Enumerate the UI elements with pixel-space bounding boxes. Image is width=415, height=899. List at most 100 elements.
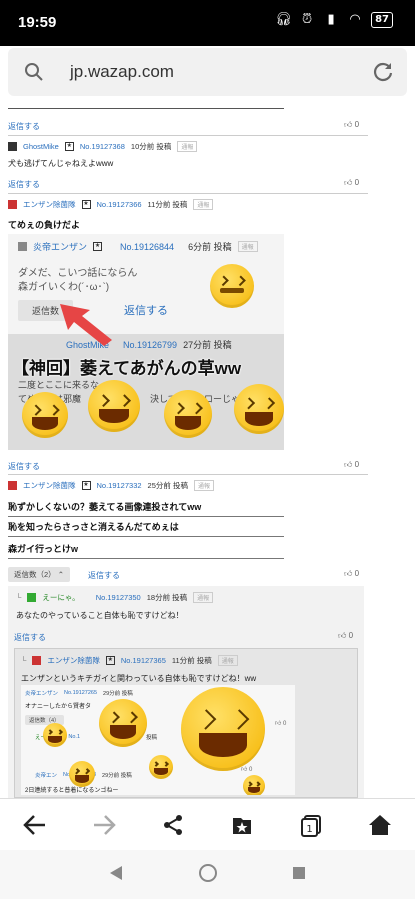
divider <box>8 135 368 136</box>
reply-link[interactable]: 返信する <box>8 121 40 132</box>
report-button[interactable]: 通報 <box>193 592 214 603</box>
thumbs-up-icon[interactable]: 👍︎ 0 <box>344 178 359 188</box>
alarm-icon: ⏰︎ <box>302 12 313 27</box>
signal-icon: ▮ <box>327 12 335 27</box>
user-name: 炎帝エン <box>35 773 58 779</box>
image-line: 2日連続すると普着になるンゴねー <box>25 788 119 794</box>
post-time: 27分前 投稿 <box>183 340 232 350</box>
post-number[interactable]: No.19127332 <box>97 481 142 490</box>
nav-back-icon[interactable] <box>108 864 124 882</box>
post-number: No.19126844 <box>120 241 175 252</box>
comment-line: 恥ずかしくないの？萎えてる画像連投されてww <box>8 500 284 517</box>
post-time: 29分前 投稿 <box>102 773 132 779</box>
thumbs-up-icon[interactable]: 👍︎ 0 <box>344 569 359 579</box>
thumbs-up-icon[interactable]: 👍︎ 0 <box>344 120 359 130</box>
post-time: 投稿 <box>146 735 158 741</box>
tabs-button[interactable]: 1 <box>295 809 327 841</box>
arrow-left-icon <box>22 814 45 835</box>
url-text[interactable]: jp.wazap.com <box>70 62 174 82</box>
image-comment-meta: GhostMike No.19126799 27分前 投稿 <box>18 338 232 351</box>
replies-toggle-label: 返信数（2） <box>14 570 56 579</box>
bookmark-star-icon <box>233 817 252 834</box>
avatar <box>8 142 17 151</box>
thumbs-up-icon[interactable]: 👍︎ 0 <box>338 631 353 641</box>
nav-home-icon[interactable] <box>198 863 218 883</box>
nav-recents-icon[interactable] <box>292 866 306 880</box>
image-comment-meta: 炎帝エンザン ★ No.19126844 6分前 投稿 通報 <box>18 240 258 253</box>
laughing-emoji-icon <box>234 384 284 434</box>
post-time: 11分前 投稿 <box>147 200 188 209</box>
thumbs-up-icon[interactable]: 👍︎ 0 <box>344 460 359 470</box>
thumbs-up-icon: 👍︎ 0 <box>241 767 253 773</box>
badge-icon: ★ <box>105 656 115 665</box>
posted-image[interactable]: 炎帝エンザン ★ No.19126844 6分前 投稿 通報 ダメだ、こいつ話に… <box>8 234 284 450</box>
report-button[interactable]: 通報 <box>217 655 238 666</box>
comment-line: 恥を知ったらさっさと消えるんだてめぇは <box>8 520 284 537</box>
comment-meta: GhostMike ★ No.19127368 10分前 投稿 通報 <box>8 141 198 152</box>
back-button[interactable] <box>19 809 51 841</box>
arrow-right-icon <box>93 814 116 835</box>
laughing-emoji-icon <box>243 775 265 795</box>
laughing-emoji-icon <box>69 761 95 787</box>
comment-meta: エンザン除菌隊 ★ No.19127366 11分前 投稿 通報 <box>8 199 214 210</box>
user-name[interactable]: GhostMike <box>23 142 59 151</box>
like-count: 0 <box>354 120 360 129</box>
divider <box>8 108 284 109</box>
badge-icon: ★ <box>81 200 91 209</box>
post-time: 29分前 投稿 <box>103 691 133 697</box>
like-count: 0 <box>354 178 360 187</box>
like-count: 0 <box>354 569 360 578</box>
user-name[interactable]: えーにゃ。 <box>42 592 79 603</box>
laughing-emoji-icon <box>88 380 140 432</box>
thumbs-up-icon: 👍︎ 0 <box>275 721 287 727</box>
nested-posted-image[interactable]: 炎帝エンザン No.19127265 29分前 投稿 オナニーしたから賢者タ 返… <box>21 685 295 795</box>
replies-toggle-button[interactable]: 返信数（2） ⌃ <box>8 567 71 582</box>
post-number[interactable]: No.19127368 <box>80 142 125 151</box>
badge-icon: ★ <box>64 142 74 151</box>
web-content: 返信する 👍︎ 0 GhostMike ★ No.19127368 10分前 投… <box>0 104 415 798</box>
badge-icon: ★ <box>93 242 103 251</box>
browser-header: jp.wazap.com <box>0 46 415 104</box>
image-line-3: 二度とここに来るな <box>18 380 100 390</box>
reply-meta: └ エンザン除菌隊 ★ No.19127365 11分前 投稿 通報 <box>21 655 238 666</box>
status-icons: 🎧︎ ⏰︎ ▮ ◠ 87 <box>275 12 393 28</box>
forward-button[interactable] <box>88 809 120 841</box>
user-name: 炎帝エンザン <box>33 242 88 252</box>
image-line-1: ダメだ、こいつ話にならん <box>18 268 138 279</box>
post-time: 10分前 投稿 <box>130 142 172 151</box>
battery-icon: 87 <box>371 12 393 28</box>
like-count: 0 <box>348 631 354 640</box>
reply-link[interactable]: 返信する <box>14 632 46 643</box>
post-number[interactable]: No.19127366 <box>97 200 142 209</box>
bookmark-button[interactable] <box>226 809 258 841</box>
status-bar: 19:59 🎧︎ ⏰︎ ▮ ◠ 87 <box>0 0 415 46</box>
post-number[interactable]: No.19127350 <box>96 593 141 602</box>
comment-line: 森ガイ行っとけw <box>8 542 284 559</box>
user-name[interactable]: エンザン除菌隊 <box>47 655 100 666</box>
image-line: オナニーしたから賢者タ <box>25 704 92 710</box>
wifi-icon: ◠ <box>349 12 361 27</box>
report-button[interactable]: 通報 <box>177 141 198 152</box>
user-name[interactable]: エンザン除菌隊 <box>23 199 76 210</box>
chevron-up-icon: ⌃ <box>57 570 65 579</box>
reply-indent-icon: └ <box>16 593 22 602</box>
reply-thread: └ えーにゃ。 No.19127350 18分前 投稿 通報 あなたのやっている… <box>8 586 364 798</box>
reload-icon[interactable] <box>371 60 395 84</box>
user-name[interactable]: エンザン除菌隊 <box>23 480 76 491</box>
report-button[interactable]: 通報 <box>193 199 214 210</box>
image-comment-meta: 炎帝エンザン No.19127265 29分前 投稿 <box>25 689 133 697</box>
laughing-emoji-icon <box>149 755 173 779</box>
divider <box>8 193 368 194</box>
home-button[interactable] <box>364 809 396 841</box>
post-number[interactable]: No.19127365 <box>121 656 166 665</box>
user-name: 炎帝エンザン <box>25 691 59 697</box>
address-bar[interactable]: jp.wazap.com <box>8 48 407 96</box>
image-line-2: 森ガイいくわ(´･ω･`) <box>18 282 110 293</box>
share-button[interactable] <box>157 809 189 841</box>
reply-link[interactable]: 返信する <box>8 461 40 472</box>
reply-indent-icon: └ <box>21 656 27 665</box>
reply-link[interactable]: 返信する <box>8 179 40 190</box>
report-button[interactable]: 通報 <box>193 480 214 491</box>
reply-link[interactable]: 返信する <box>88 570 120 581</box>
share-icon <box>163 814 182 835</box>
